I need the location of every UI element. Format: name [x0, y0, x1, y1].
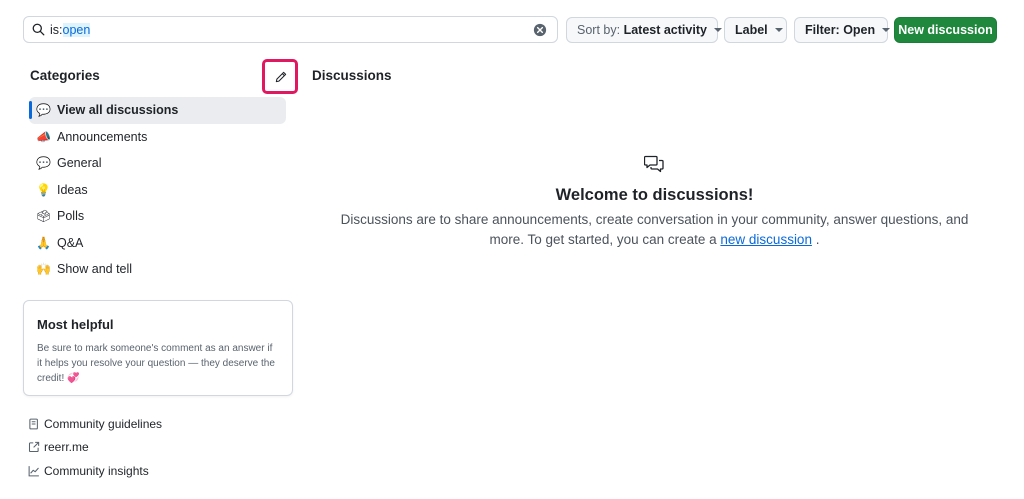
category-label: Ideas	[57, 182, 88, 197]
filter-dropdown-button[interactable]: Filter: Open	[794, 17, 891, 43]
raised-hands-icon: 🙌	[36, 262, 51, 277]
footer-link-label: Community insights	[44, 463, 149, 478]
category-list: 💬 View all discussions 📣 Announcements 💬 Ge…	[29, 97, 286, 283]
footer-link-label: reerr.me	[44, 440, 89, 455]
sort-dropdown-button[interactable]: Sort by: Latest activity	[566, 17, 722, 43]
category-item-ideas[interactable]: 💡 Ideas	[29, 177, 286, 204]
chevron-down-icon	[774, 28, 783, 32]
discussion-icon: 💬	[36, 103, 51, 118]
graph-icon	[28, 465, 39, 477]
category-label: General	[57, 156, 102, 171]
filter-button-text: Filter: Open	[805, 23, 876, 37]
category-item-view-all[interactable]: 💬 View all discussions	[29, 97, 286, 124]
community-insights-link[interactable]: Community insights	[28, 459, 162, 483]
category-item-announcements[interactable]: 📣 Announcements	[29, 124, 286, 151]
category-label: Polls	[57, 209, 85, 224]
edit-categories-button[interactable]	[262, 59, 298, 94]
category-label: Q&A	[57, 235, 84, 250]
most-helpful-card: Most helpful Be sure to mark someone's c…	[23, 300, 293, 396]
ballot-box-icon: 🗳	[36, 209, 52, 224]
empty-state-text-before: Discussions are to share announcements, …	[340, 212, 969, 247]
guidelines-icon	[29, 418, 38, 430]
footer-link-label: Community guidelines	[44, 416, 163, 431]
website-link[interactable]: reerr.me	[28, 436, 162, 460]
most-helpful-body: Be sure to mark someone's comment as an …	[37, 343, 275, 384]
label-dropdown-button[interactable]: Label	[724, 17, 787, 43]
search-icon	[32, 23, 45, 36]
external-link-icon	[28, 442, 40, 453]
sort-prefix: Sort by:	[577, 23, 621, 37]
category-item-general[interactable]: 💬 General	[29, 150, 286, 177]
footer-links: Community guidelines reerr.me Community …	[28, 412, 162, 483]
chevron-down-icon	[713, 28, 722, 32]
empty-state-heading: Welcome to discussions!	[555, 186, 754, 204]
new-discussion-button[interactable]: New discussion	[894, 17, 997, 43]
search-qualifier-key: is:	[50, 23, 63, 37]
most-helpful-title: Most helpful	[37, 317, 114, 332]
search-qualifier-value: open	[62, 23, 91, 37]
categories-heading: Categories	[30, 68, 100, 83]
search-input[interactable]: is:open	[23, 16, 558, 43]
category-label: View all discussions	[57, 103, 179, 118]
category-item-polls[interactable]: 🗳 Polls	[29, 203, 286, 230]
sort-value: Latest activity	[623, 23, 707, 37]
category-label: Announcements	[57, 129, 148, 144]
new-discussion-link[interactable]: new discussion	[720, 232, 812, 247]
category-item-show-and-tell[interactable]: 🙌 Show and tell	[29, 256, 286, 283]
search-query[interactable]: is:open	[50, 22, 91, 38]
pray-icon: 🙏	[36, 235, 51, 250]
speech-balloon-icon: 💬	[36, 156, 51, 171]
discussions-heading: Discussions	[312, 68, 392, 83]
pencil-icon	[275, 71, 287, 83]
label-button-text: Label	[735, 23, 768, 37]
community-guidelines-link[interactable]: Community guidelines	[28, 412, 162, 436]
empty-state-body: Discussions are to share announcements, …	[340, 210, 969, 250]
megaphone-icon: 📣	[36, 129, 51, 144]
empty-state-text-after: .	[811, 232, 820, 247]
light-bulb-icon: 💡	[36, 182, 51, 197]
chevron-down-icon	[882, 28, 891, 32]
comment-discussion-icon	[644, 155, 664, 173]
category-item-qa[interactable]: 🙏 Q&A	[29, 230, 286, 257]
category-label: Show and tell	[57, 262, 133, 277]
clear-search-icon[interactable]	[533, 23, 547, 37]
